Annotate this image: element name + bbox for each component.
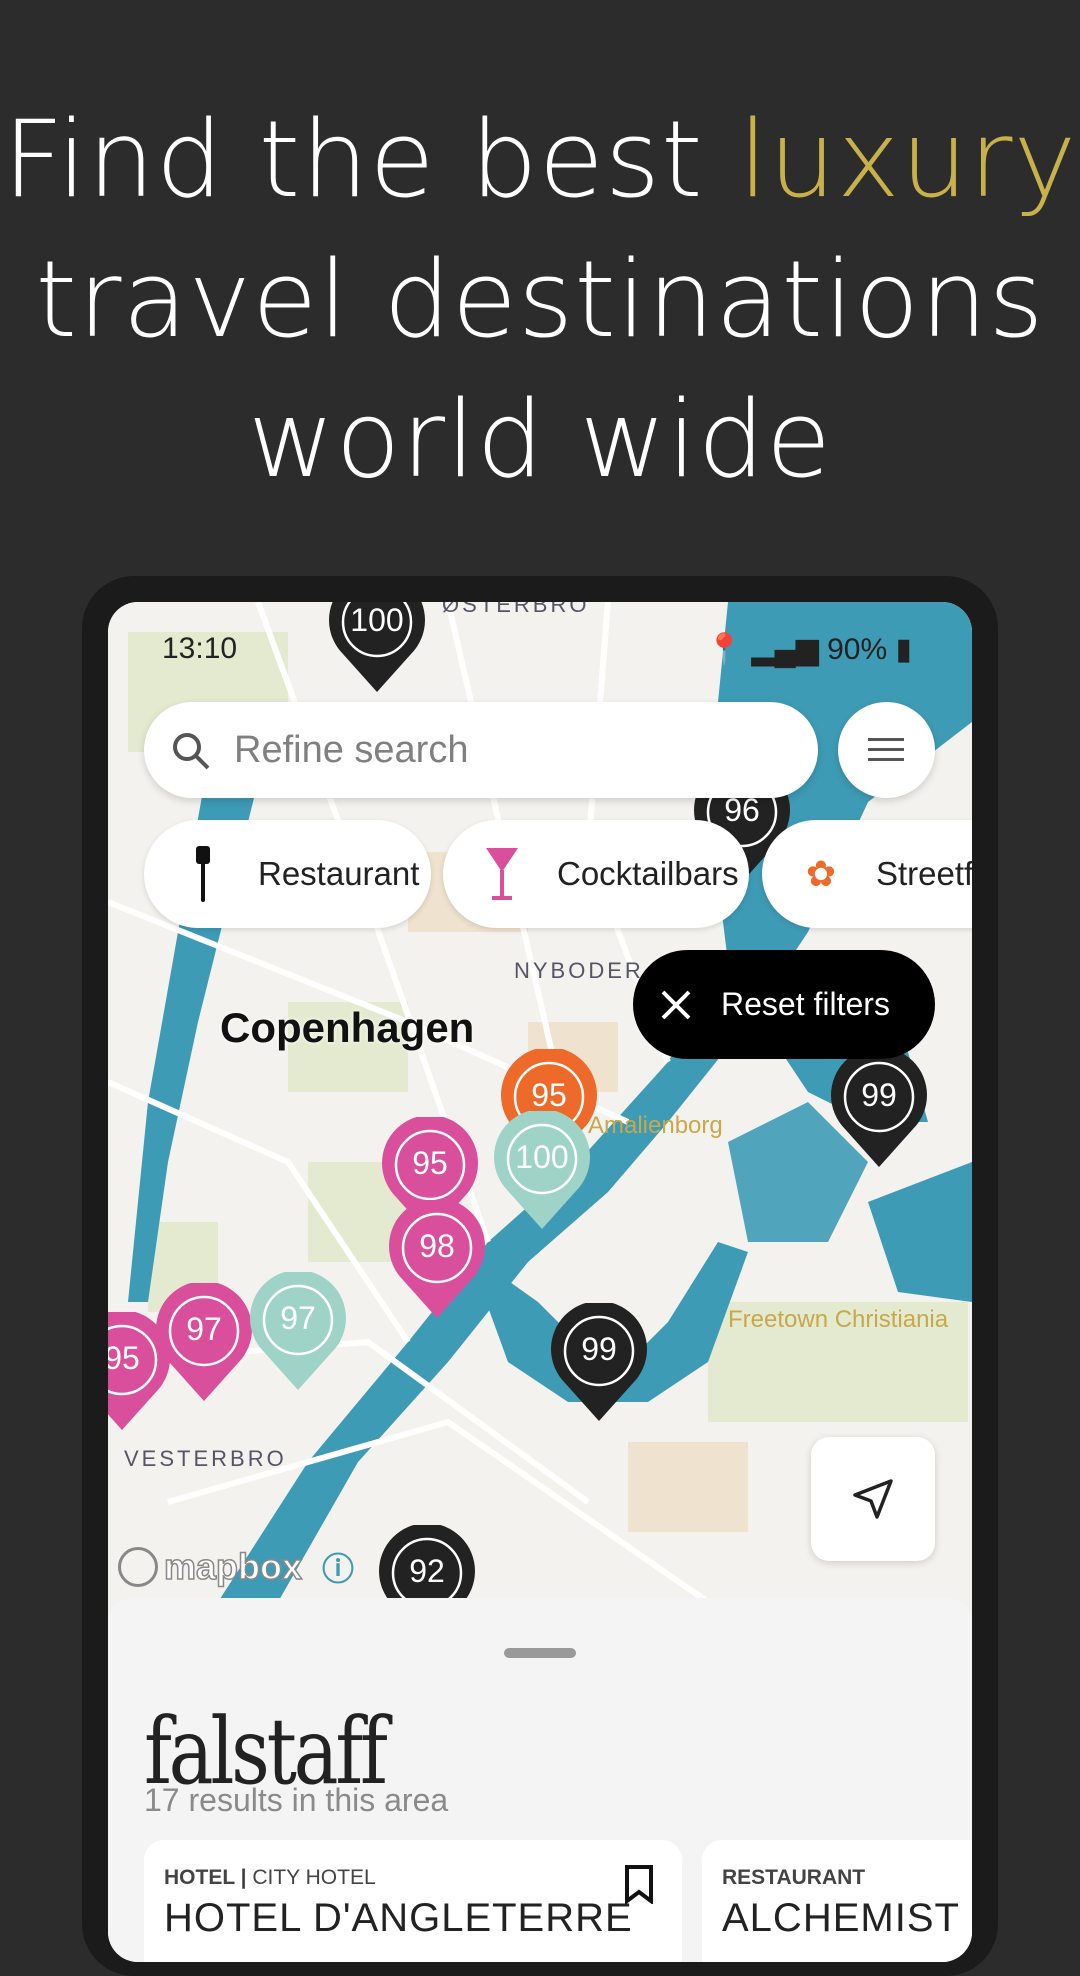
pin-score: 100 [515, 1139, 569, 1175]
pin-score: 95 [412, 1145, 448, 1181]
card-title: ALCHEMIST [722, 1896, 960, 1940]
map-pin[interactable]: 98 [387, 1200, 487, 1320]
map-pin[interactable]: 100 [327, 602, 427, 694]
mapbox-wordmark: mapbox [163, 1545, 303, 1588]
status-icons: 📍 ▂▄▆ 90% ▮ [705, 633, 912, 666]
headline-line3: world wide [247, 378, 833, 501]
pin-score: 95 [531, 1077, 567, 1113]
search-bar[interactable] [144, 702, 818, 798]
close-icon [661, 990, 691, 1019]
my-location-button[interactable] [811, 1437, 935, 1561]
results-sheet: falstaff 17 results in this area HOTEL |… [108, 1598, 972, 1962]
search-icon [173, 733, 210, 770]
map-label-city: Copenhagen [220, 1004, 475, 1051]
reset-filters-label: Reset filters [721, 986, 890, 1022]
info-icon[interactable]: ⓘ [322, 1544, 354, 1590]
card-category: HOTEL | CITY HOTEL [164, 1866, 376, 1889]
pin-score: 97 [280, 1300, 316, 1336]
headline-line1: Find the best [2, 98, 739, 221]
mapbox-logo: mapbox ⓘ [118, 1544, 354, 1590]
phone-screen: 13:10 📍 ▂▄▆ 90% ▮ ØSTERBRO NYBODER VESTE… [108, 602, 972, 1962]
pin-score: 92 [409, 1553, 445, 1589]
status-time: 13:10 [162, 632, 238, 665]
result-card[interactable]: RESTAURANT ALCHEMIST [702, 1840, 972, 1962]
headline: Find the best luxury travel destinations… [0, 90, 1080, 510]
cocktail-glass-icon [477, 846, 527, 902]
headline-accent: luxury [738, 98, 1078, 221]
pin-score: 100 [350, 602, 404, 638]
map-label-christiania: Freetown Christiania [728, 1306, 949, 1333]
map-pin[interactable]: 99 [549, 1303, 649, 1423]
flower-icon: ✿ [805, 853, 837, 894]
bookmark-icon[interactable] [624, 1864, 654, 1904]
map-label-nyboder: NYBODER [514, 958, 644, 983]
chip-cocktailbars[interactable]: Cocktailbars [443, 820, 749, 928]
chip-restaurant[interactable]: Restaurant [144, 820, 431, 928]
pin-score: 99 [581, 1331, 617, 1367]
pin-score: 95 [108, 1340, 140, 1376]
pin-score: 99 [861, 1077, 897, 1113]
navigation-arrow-icon [853, 1479, 893, 1519]
map-pin[interactable]: 97 [248, 1272, 348, 1392]
card-title: HOTEL D'ANGLETERRE [164, 1896, 633, 1940]
status-bar: 13:10 📍 ▂▄▆ 90% ▮ [108, 632, 972, 672]
hamburger-menu-icon [868, 738, 904, 761]
map-pin[interactable]: 100 [492, 1111, 592, 1231]
result-card[interactable]: HOTEL | CITY HOTEL HOTEL D'ANGLETERRE [144, 1840, 682, 1962]
chip-label: Restaurant [258, 855, 420, 892]
pin-score: 98 [419, 1228, 455, 1264]
menu-button[interactable] [838, 702, 935, 798]
results-count: 17 results in this area [144, 1782, 449, 1818]
map-label-vesterbro: VESTERBRO [124, 1446, 287, 1471]
map-pin[interactable]: 99 [829, 1049, 929, 1169]
map-label-amalienborg: Amalienborg [588, 1112, 723, 1139]
map-pin[interactable]: 95 [108, 1312, 172, 1432]
map-label-osterbro: ØSTERBRO [442, 602, 590, 617]
battery-level: 90% [827, 633, 888, 666]
sheet-drag-handle[interactable] [504, 1648, 576, 1658]
fork-icon [178, 846, 228, 902]
chip-streetfood[interactable]: ✿ Streetfo [762, 820, 972, 928]
chip-label: Cocktailbars [557, 855, 739, 892]
headline-line2: travel destinations [35, 238, 1045, 361]
reset-filters-button[interactable]: Reset filters [633, 950, 935, 1059]
chip-label: Streetfo [876, 855, 972, 892]
search-input[interactable] [234, 720, 794, 780]
card-category: RESTAURANT [722, 1866, 866, 1889]
